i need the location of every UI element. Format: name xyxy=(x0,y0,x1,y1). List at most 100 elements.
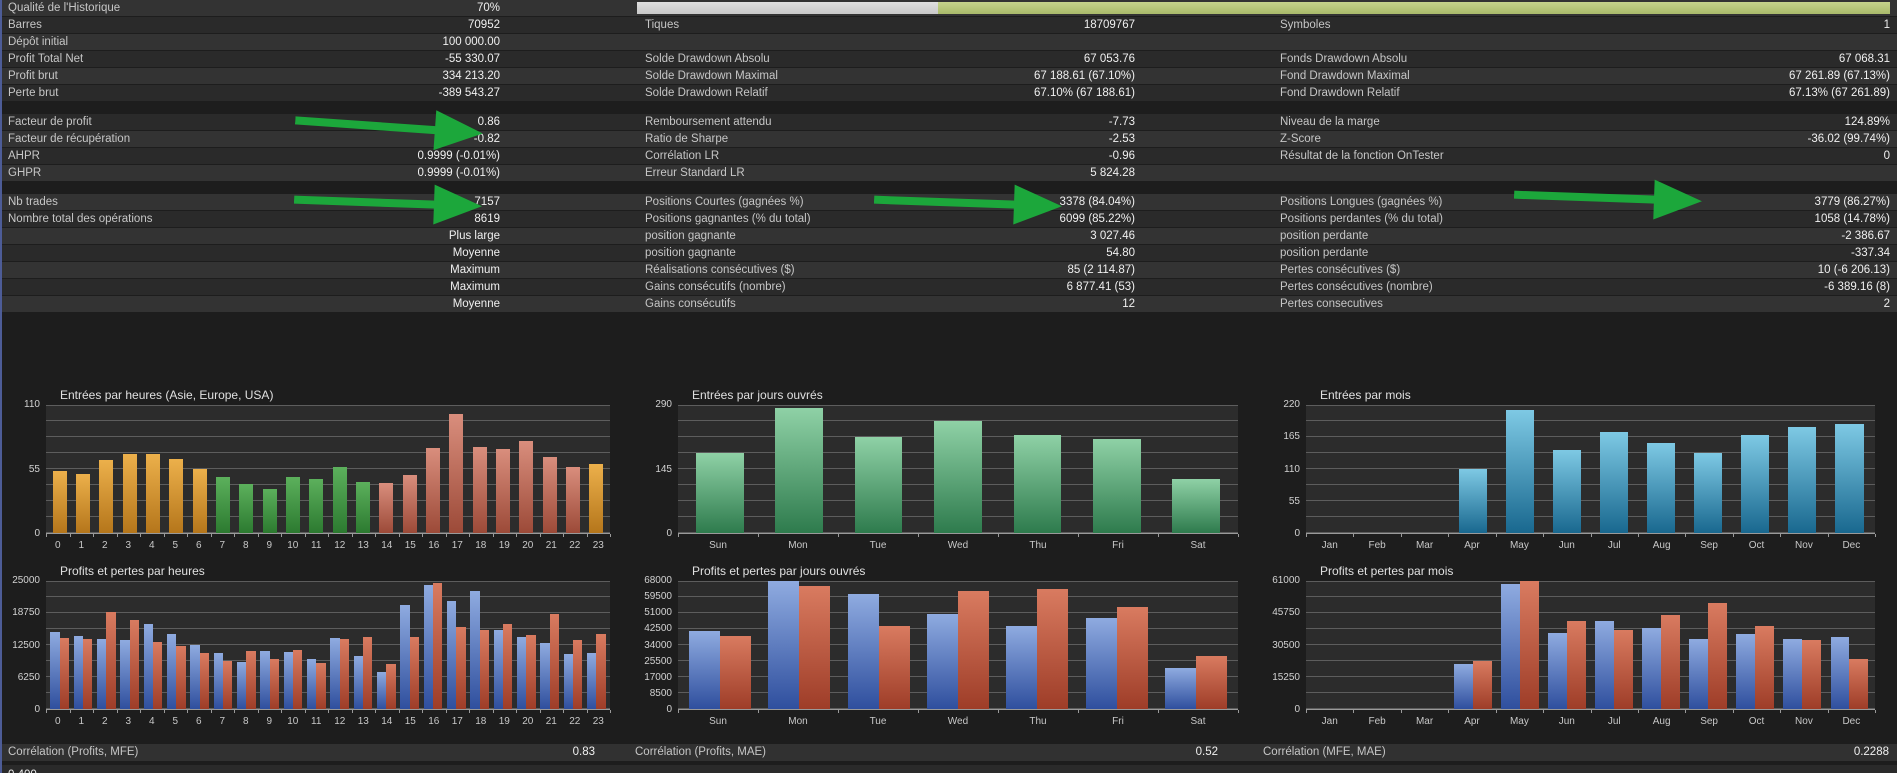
x-tick-label: 11 xyxy=(311,716,322,727)
stat-row: Nb trades 7157 Positions Courtes (gagnées … xyxy=(0,194,1897,210)
bar-slot xyxy=(1732,405,1779,533)
stat-value: 0.9999 (-0.01%) xyxy=(417,167,500,179)
x-tick-label: Oct xyxy=(1748,716,1765,727)
bar-slot xyxy=(1543,581,1590,709)
x-tick-label: Fri xyxy=(1112,716,1124,727)
bar-profits xyxy=(73,636,83,709)
y-tick-label: 110 xyxy=(24,399,40,410)
stat-label: Fonds Drawdown Absolu xyxy=(1280,53,1408,65)
y-tick-label: 55 xyxy=(28,463,40,475)
bar-slot xyxy=(48,581,71,709)
bar-pertes xyxy=(799,586,831,709)
bar xyxy=(1741,434,1770,533)
stat-value: 18709767 xyxy=(1083,19,1135,31)
stat-label: position gagnante xyxy=(645,247,736,259)
bar xyxy=(285,477,300,533)
bar-pair xyxy=(563,581,583,709)
bar-pair xyxy=(330,581,349,709)
report-scroll-area[interactable]: Qualité de l'Historique 70% Barres 70952 Tiq… xyxy=(0,0,1897,773)
bar-slot xyxy=(998,581,1077,709)
stat-value: 67 188.61 (67.10%) xyxy=(1033,70,1135,82)
bar-slot xyxy=(759,405,838,533)
chart-title: Entrées par mois xyxy=(1320,388,1411,402)
bar-pertes xyxy=(1661,615,1680,709)
bar-pertes xyxy=(1037,589,1069,709)
bar-profits xyxy=(423,584,433,709)
bar-pair xyxy=(376,581,396,709)
y-axis: 0 6250 12500 18750 25000 xyxy=(0,576,46,715)
bar-pertes xyxy=(362,636,373,709)
bars xyxy=(1308,581,1873,709)
x-ticks xyxy=(1306,710,1876,713)
x-tick-label: 5 xyxy=(172,540,179,551)
stat-label: Pertes consecutives xyxy=(1280,298,1383,310)
bar-slot xyxy=(1779,581,1826,709)
stat-label: Positions Courtes (gagnées %) xyxy=(645,196,804,208)
bar-pair xyxy=(306,581,326,709)
bar-pertes xyxy=(59,638,69,709)
bar xyxy=(1172,479,1221,533)
bar-profits xyxy=(1501,583,1520,709)
x-tick-label: Tue xyxy=(869,716,887,727)
stat-label: Pertes consécutives (nombre) xyxy=(1280,281,1433,293)
stat-label: position gagnante xyxy=(645,230,736,242)
stat-label: GHPR xyxy=(8,167,42,179)
stat-label xyxy=(0,245,320,261)
stat-label: Z-Score xyxy=(1280,133,1321,145)
bar-pertes xyxy=(719,636,751,709)
stat-label xyxy=(0,279,320,295)
bar-profits xyxy=(50,632,60,709)
stat-label: Facteur de profit xyxy=(8,116,92,128)
bar-pertes xyxy=(596,634,606,709)
bar-pertes xyxy=(316,662,326,709)
stat-label: Pertes consécutives ($) xyxy=(1280,264,1401,276)
bar-slot xyxy=(1732,581,1779,709)
bar-slot xyxy=(375,581,398,709)
bar-pertes xyxy=(106,611,116,709)
x-labels: 0 1 2 3 4 5 6 7 8 9 10 11 12 13 14 15 16 17 18 19 20 21 22 23 xyxy=(46,540,610,551)
bar-profits xyxy=(190,645,200,709)
bar-pair xyxy=(470,581,489,709)
x-tick-label: 9 xyxy=(266,716,273,727)
stat-value: -2 386.67 xyxy=(1841,230,1890,242)
bar-pair xyxy=(1689,581,1727,709)
x-tick-label: 15 xyxy=(404,716,416,727)
bar-profits xyxy=(283,652,293,709)
x-tick-label: 7 xyxy=(219,716,226,727)
bar-slot xyxy=(491,581,514,709)
bar-pair xyxy=(50,581,69,709)
stat-row: Profit Total Net -55 330.07 Solde Drawdown… xyxy=(0,51,1897,67)
stat-value: 0 xyxy=(1883,150,1890,162)
stat-label: Qualité de l'Historique xyxy=(8,2,121,14)
bar-slot xyxy=(328,581,351,709)
chart-entries-by-weekday: Entrées par jours ouvrés 0 145 290 Sun Mon Tue… xyxy=(632,388,1260,551)
x-tick-label: 8 xyxy=(242,716,249,727)
x-tick-label: Wed xyxy=(947,540,969,551)
x-tick-label: Mon xyxy=(788,540,808,551)
x-tick-label: Jun xyxy=(1558,716,1575,727)
bar-pertes xyxy=(502,624,513,709)
bar-pertes xyxy=(1472,660,1492,709)
x-tick-label: 0 xyxy=(54,540,61,551)
bar-profits xyxy=(586,653,597,709)
x-tick-label: 16 xyxy=(428,540,440,551)
bar-profits xyxy=(330,637,340,709)
x-ticks xyxy=(678,710,1239,713)
stat-value: 54.80 xyxy=(1106,247,1135,259)
correlation-value: 0.83 xyxy=(572,746,595,758)
bar-pair xyxy=(166,581,186,709)
bar-pair xyxy=(236,581,256,709)
bar-slot xyxy=(468,581,491,709)
bar-slot xyxy=(918,581,997,709)
bar xyxy=(589,464,604,533)
x-tick-label: Apr xyxy=(1464,716,1480,727)
bar-slot xyxy=(515,581,538,709)
chart-body: 0 6250 12500 18750 25000 xyxy=(0,576,632,715)
bar-slot xyxy=(1826,581,1873,709)
x-labels: 0 1 2 3 4 5 6 7 8 9 10 11 12 13 14 15 16 17 18 19 20 21 22 23 xyxy=(46,716,610,727)
bar xyxy=(239,484,254,533)
x-tick-label: Mar xyxy=(1415,716,1434,727)
y-tick-label: 0 xyxy=(1294,704,1300,715)
x-tick-label: 20 xyxy=(522,540,534,551)
y-tick-label: 55 xyxy=(1288,495,1300,507)
